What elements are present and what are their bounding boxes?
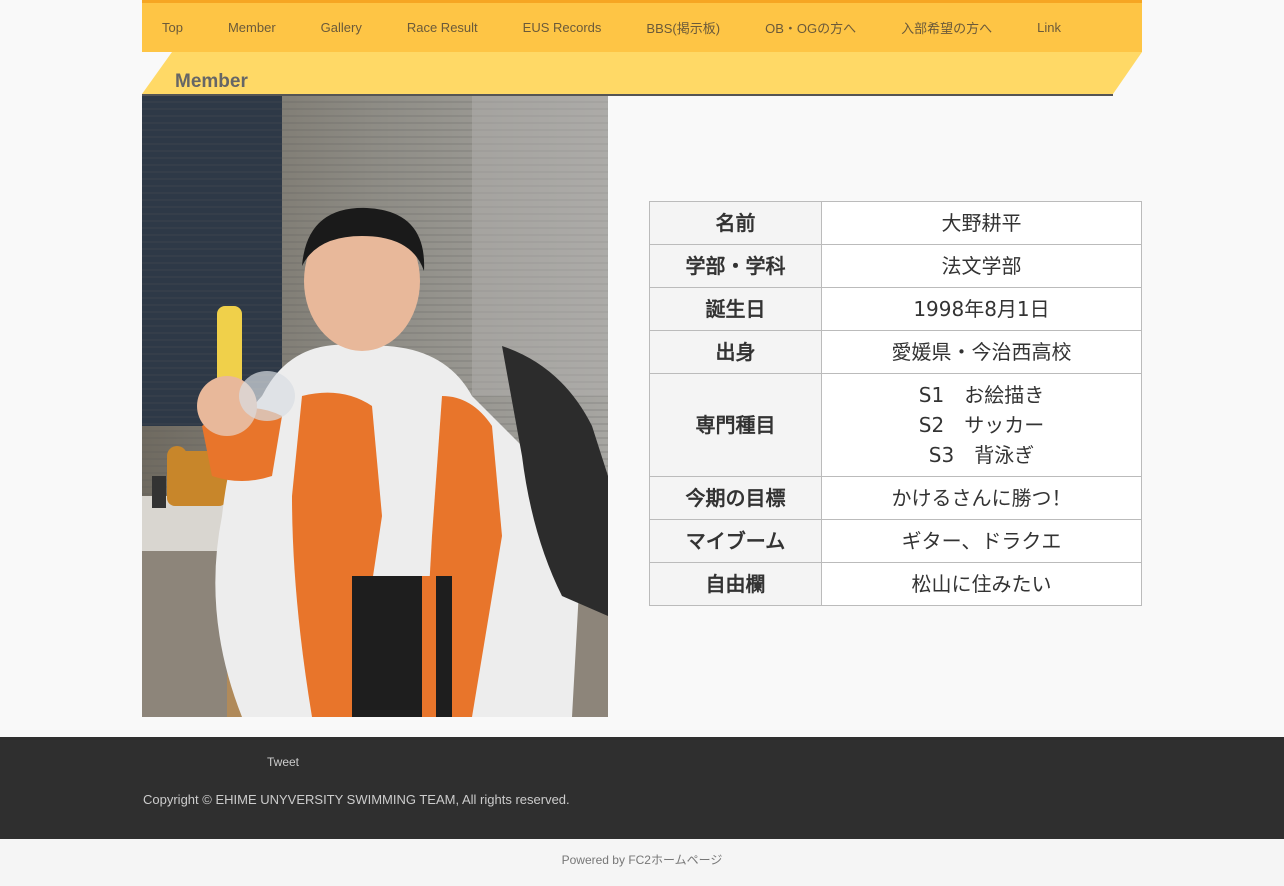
profile-value: 法文学部 [821, 244, 1142, 288]
table-row: 出身 愛媛県・今治西高校 [649, 330, 1142, 374]
profile-key: 誕生日 [649, 287, 822, 331]
main-nav: Top Member Gallery Race Result EUS Recor… [142, 0, 1142, 52]
nav-item-bbs[interactable]: BBS(掲示板) [646, 18, 720, 37]
profile-key: 学部・学科 [649, 244, 822, 288]
nav-item-top[interactable]: Top [162, 20, 183, 35]
member-photo [142, 96, 608, 717]
page-title: Member [175, 71, 248, 92]
nav-item-race-result[interactable]: Race Result [407, 20, 478, 35]
table-row: 誕生日 1998年8月1日 [649, 287, 1142, 331]
nav-item-member[interactable]: Member [228, 20, 276, 35]
nav-item-eus-records[interactable]: EUS Records [523, 20, 602, 35]
nav-item-join[interactable]: 入部希望の方へ [901, 18, 992, 37]
title-band-shape [142, 52, 1142, 96]
table-row: マイブーム ギター、ドラクエ [649, 519, 1142, 563]
profile-value: 大野耕平 [821, 201, 1142, 245]
footer: Tweet Copyright © EHIME UNYVERSITY SWIMM… [0, 737, 1284, 839]
profile-key: 出身 [649, 330, 822, 374]
page-title-band: Member [142, 52, 1142, 96]
profile-value: 1998年8月1日 [821, 287, 1142, 331]
fc2-homepage-link[interactable]: FC2ホームページ [628, 853, 722, 867]
table-row: 専門種目 S1 お絵描き S2 サッカー S3 背泳ぎ [649, 373, 1142, 477]
profile-value-events: S1 お絵描き S2 サッカー S3 背泳ぎ [821, 373, 1142, 477]
nav-item-gallery[interactable]: Gallery [321, 20, 362, 35]
profile-key: 自由欄 [649, 562, 822, 606]
profile-key: 名前 [649, 201, 822, 245]
profile-value: ギター、ドラクエ [821, 519, 1142, 563]
profile-key: 今期の目標 [649, 476, 822, 520]
powered-by-label: Powered by [561, 853, 629, 867]
profile-key: マイブーム [649, 519, 822, 563]
profile-value: 松山に住みたい [821, 562, 1142, 606]
table-row: 学部・学科 法文学部 [649, 244, 1142, 288]
profile-key: 専門種目 [649, 373, 822, 477]
event-line: S3 背泳ぎ [928, 443, 1035, 467]
profile-table: 名前 大野耕平 学部・学科 法文学部 誕生日 1998年8月1日 出身 愛媛県・… [649, 201, 1142, 606]
copyright-text: Copyright © EHIME UNYVERSITY SWIMMING TE… [143, 792, 570, 807]
event-line: S2 サッカー [918, 413, 1045, 437]
table-row: 今期の目標 かけるさんに勝つ！ [649, 476, 1142, 520]
profile-value: かけるさんに勝つ！ [821, 476, 1142, 520]
event-line: S1 お絵描き [918, 383, 1045, 407]
tweet-button[interactable]: Tweet [267, 755, 299, 769]
nav-item-ob-og[interactable]: OB・OGの方へ [765, 18, 856, 37]
nav-item-link[interactable]: Link [1037, 20, 1061, 35]
table-row: 名前 大野耕平 [649, 201, 1142, 245]
powered-by-bar: Powered by FC2ホームページ [0, 839, 1284, 886]
table-row: 自由欄 松山に住みたい [649, 562, 1142, 606]
profile-value: 愛媛県・今治西高校 [821, 330, 1142, 374]
